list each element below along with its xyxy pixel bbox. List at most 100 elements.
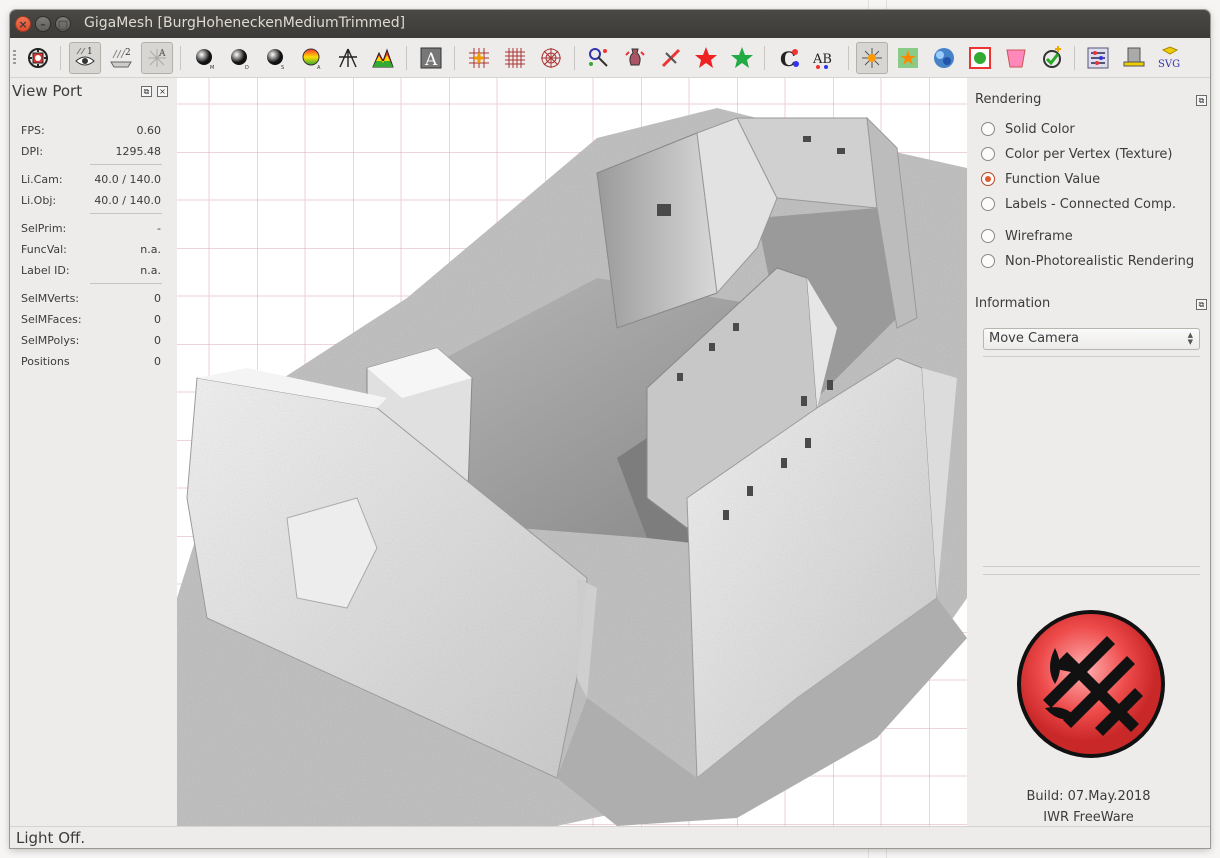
camera-target-icon xyxy=(28,48,48,68)
radio-indicator[interactable] xyxy=(981,254,995,268)
3d-viewport[interactable] xyxy=(177,78,967,826)
select-slash-icon xyxy=(661,48,681,68)
camera-target-button[interactable] xyxy=(22,42,54,74)
view-port-title: View Port xyxy=(12,82,83,100)
svg-export-button[interactable]: SVG xyxy=(1154,42,1186,74)
maximize-window-button[interactable]: □ xyxy=(55,16,71,32)
radio-indicator[interactable] xyxy=(981,229,995,243)
option-solid-color[interactable]: Solid Color xyxy=(981,119,1075,139)
row-divider xyxy=(90,283,162,284)
sparkle-button[interactable] xyxy=(856,42,888,74)
text-a-button[interactable]: A xyxy=(415,42,447,74)
toolbar-separator xyxy=(574,46,575,70)
select-slash-button[interactable] xyxy=(655,42,687,74)
polar-grid-button[interactable] xyxy=(535,42,567,74)
grid-plus-button[interactable] xyxy=(463,42,495,74)
sphere-colormap-button[interactable]: A xyxy=(296,42,328,74)
status-bar: Light Off. xyxy=(10,826,1210,848)
mode-select-value: Move Camera xyxy=(989,331,1080,346)
histogram-button[interactable] xyxy=(367,42,399,74)
sphere-s-button[interactable]: S xyxy=(260,42,292,74)
positions-value: 0 xyxy=(154,355,161,368)
radio-indicator-selected[interactable] xyxy=(981,172,995,186)
float-panel-button[interactable]: ⧉ xyxy=(141,86,152,97)
fps-value: 0.60 xyxy=(136,124,162,137)
select-magic-button[interactable] xyxy=(583,42,615,74)
star-green-button[interactable] xyxy=(726,42,758,74)
light-2-button[interactable]: 2 xyxy=(105,42,137,74)
minimize-icon: – xyxy=(40,18,46,31)
selmfaces-value: 0 xyxy=(154,313,161,326)
sphere-m-button[interactable]: M xyxy=(189,42,221,74)
check-plus-icon xyxy=(1043,46,1061,68)
gigamesh-logo-icon xyxy=(1017,610,1165,758)
panel-divider xyxy=(983,574,1200,575)
cup-button[interactable] xyxy=(1000,42,1032,74)
close-window-button[interactable]: × xyxy=(15,16,31,32)
option-label: Color per Vertex (Texture) xyxy=(1005,146,1173,162)
li-obj-value: 40.0 / 140.0 xyxy=(94,194,161,207)
rendering-title: Rendering xyxy=(975,92,1042,107)
select-magic-icon xyxy=(589,48,608,67)
fps-row: FPS: 0.60 xyxy=(21,124,161,140)
radio-indicator[interactable] xyxy=(981,122,995,136)
option-label: Labels - Connected Comp. xyxy=(1005,196,1177,212)
option-color-per-vertex[interactable]: Color per Vertex (Texture) xyxy=(981,144,1172,164)
li-obj-row: Li.Obj: 40.0 / 140.0 xyxy=(21,194,161,210)
sphere-d-icon: D xyxy=(231,49,249,71)
funcval-label: FuncVal: xyxy=(21,243,67,256)
rendering-panel: Rendering ⧉ Solid Color Color per Vertex… xyxy=(967,78,1210,826)
svg-text:1: 1 xyxy=(87,47,93,57)
select-vase-button[interactable] xyxy=(619,42,651,74)
labels-c-icon: C xyxy=(780,47,799,71)
float-rendering-button[interactable]: ⧉ xyxy=(1196,95,1207,106)
sphere-d-button[interactable]: D xyxy=(224,42,256,74)
axis-tripod-button[interactable] xyxy=(332,42,364,74)
sliders-button[interactable] xyxy=(1082,42,1114,74)
dpi-value: 1295.48 xyxy=(115,145,162,158)
option-function-value[interactable]: Function Value xyxy=(981,169,1100,189)
star-box-button[interactable] xyxy=(892,42,924,74)
selmpolys-row: SelMPolys: 0 xyxy=(21,334,161,350)
sphere-colormap-icon: A xyxy=(302,48,321,71)
selmverts-value: 0 xyxy=(154,292,161,305)
cup-icon xyxy=(1006,49,1026,68)
selmverts-label: SelMVerts: xyxy=(21,292,80,305)
close-panel-button[interactable]: × xyxy=(157,86,168,97)
selprim-label: SelPrim: xyxy=(21,222,67,235)
selmfaces-row: SelMFaces: 0 xyxy=(21,313,161,329)
selprim-value: - xyxy=(157,222,161,235)
star-box-icon xyxy=(898,48,918,68)
star-red-button[interactable] xyxy=(690,42,722,74)
labels-ab-button[interactable]: AB xyxy=(809,42,841,74)
labels-c-button[interactable]: C xyxy=(773,42,805,74)
option-labels-connected[interactable]: Labels - Connected Comp. xyxy=(981,194,1176,214)
light-1-button[interactable]: 1 xyxy=(69,42,101,74)
hat-button[interactable] xyxy=(1118,42,1150,74)
toolbar-grip[interactable] xyxy=(13,50,16,66)
row-divider xyxy=(90,213,162,214)
radio-indicator[interactable] xyxy=(981,197,995,211)
positions-row: Positions 0 xyxy=(21,355,161,371)
option-label: Non-Photorealistic Rendering xyxy=(1005,253,1195,269)
option-wireframe[interactable]: Wireframe xyxy=(981,226,1073,246)
li-cam-row: Li.Cam: 40.0 / 140.0 xyxy=(21,173,161,189)
float-information-button[interactable]: ⧉ xyxy=(1196,299,1207,310)
radio-indicator[interactable] xyxy=(981,147,995,161)
light-1-icon: 1 xyxy=(75,47,95,66)
green-blob-button[interactable] xyxy=(964,42,996,74)
close-icon: × xyxy=(18,18,28,31)
light-axis-button[interactable]: A xyxy=(141,42,173,74)
panel-divider xyxy=(983,356,1200,357)
grid-button[interactable] xyxy=(499,42,531,74)
toolbar-separator xyxy=(180,46,181,70)
minimize-window-button[interactable]: – xyxy=(35,16,51,32)
mode-select[interactable]: Move Camera ▲ ▼ xyxy=(983,328,1200,350)
light-2-icon: 2 xyxy=(110,48,132,68)
maximize-icon: □ xyxy=(57,18,69,31)
svg-export-icon: SVG xyxy=(1158,46,1180,70)
check-plus-button[interactable] xyxy=(1036,42,1068,74)
option-npr[interactable]: Non-Photorealistic Rendering xyxy=(981,251,1194,271)
dpi-row: DPI: 1295.48 xyxy=(21,145,161,161)
blue-blobs-button[interactable] xyxy=(928,42,960,74)
